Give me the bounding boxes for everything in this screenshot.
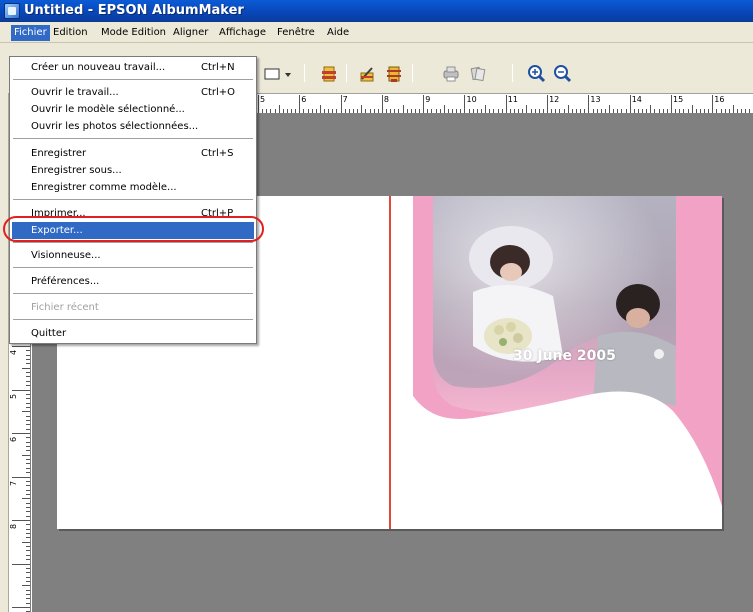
stack-alt-icon bbox=[387, 66, 401, 82]
menu-item-open-job[interactable]: Ouvrir le travail... Ctrl+O bbox=[12, 84, 254, 101]
menu-item-open-template[interactable]: Ouvrir le modèle sélectionné... bbox=[12, 101, 254, 118]
menu-item-save-as[interactable]: Enregistrer sous... bbox=[12, 162, 254, 179]
menu-item-recent-files: Fichier récent bbox=[31, 302, 99, 313]
title-bar: Untitled - EPSON AlbumMaker bbox=[0, 0, 753, 22]
menu-item-quit[interactable]: Quitter bbox=[12, 325, 254, 342]
ruler-number: 13 bbox=[590, 95, 601, 104]
menu-item-preferences[interactable]: Préférences... bbox=[12, 273, 254, 290]
print-button[interactable] bbox=[440, 63, 462, 85]
menu-item-viewer[interactable]: Visionneuse... bbox=[12, 247, 254, 264]
edit-tool-button[interactable] bbox=[356, 63, 378, 85]
pen-stack-icon bbox=[360, 67, 374, 82]
zoom-out-button[interactable] bbox=[552, 63, 574, 85]
ruler-number: 5 bbox=[9, 393, 19, 399]
ruler-number: 6 bbox=[301, 95, 307, 104]
menu-item-save[interactable]: Enregistrer Ctrl+S bbox=[12, 145, 254, 162]
zoom-in-icon bbox=[528, 65, 546, 83]
menu-aligner[interactable]: Aligner bbox=[170, 25, 211, 41]
ruler-number: 7 bbox=[342, 95, 348, 104]
menu-aide[interactable]: Aide bbox=[324, 25, 352, 41]
stack-icon bbox=[322, 66, 336, 82]
ruler-number: 16 bbox=[714, 95, 725, 104]
ruler-number: 8 bbox=[9, 523, 19, 530]
app-icon[interactable] bbox=[4, 3, 20, 19]
menu-item-new-job[interactable]: Créer un nouveau travail... Ctrl+N bbox=[12, 59, 254, 76]
menu-item-save-template[interactable]: Enregistrer comme modèle... bbox=[12, 179, 254, 196]
ruler-number: 11 bbox=[507, 95, 518, 104]
printer-icon bbox=[443, 66, 459, 82]
rectangle-icon bbox=[264, 68, 291, 80]
zoom-in-button[interactable] bbox=[526, 63, 548, 85]
frame-shape-dropdown[interactable] bbox=[263, 63, 293, 85]
ruler-number: 6 bbox=[9, 436, 19, 443]
ruler-number: 7 bbox=[9, 480, 19, 486]
ruler-number: 9 bbox=[425, 95, 431, 104]
menu-affichage[interactable]: Affichage bbox=[216, 25, 269, 41]
ruler-number: 5 bbox=[260, 95, 266, 104]
arrange-tool-button[interactable] bbox=[318, 63, 340, 85]
annotation-highlight-ring bbox=[3, 216, 264, 242]
layout-button[interactable] bbox=[467, 63, 489, 85]
date-caption[interactable]: 30 June 2005 bbox=[513, 348, 616, 364]
menu-mode-edition[interactable]: Mode Edition bbox=[98, 25, 169, 41]
left-frame bbox=[0, 93, 9, 612]
ruler-number: 14 bbox=[631, 95, 642, 104]
ruler-number: 4 bbox=[9, 349, 19, 356]
ruler-number: 8 bbox=[383, 95, 389, 104]
photos-icon bbox=[470, 66, 486, 82]
menu-item-open-photos[interactable]: Ouvrir les photos sélectionnées... bbox=[12, 118, 254, 135]
zoom-out-icon bbox=[554, 65, 572, 83]
ruler-number: 10 bbox=[466, 95, 477, 104]
arrange-alt-button[interactable] bbox=[383, 63, 405, 85]
menu-bar: Fichier Edition Mode Edition Aligner Aff… bbox=[0, 22, 753, 43]
menu-edition[interactable]: Edition bbox=[50, 25, 91, 41]
menu-fichier[interactable]: Fichier bbox=[11, 25, 50, 41]
page-spread-divider bbox=[389, 196, 391, 529]
ruler-number: 12 bbox=[549, 95, 560, 104]
ruler-number: 15 bbox=[673, 95, 684, 104]
menu-fenetre[interactable]: Fenêtre bbox=[274, 25, 318, 41]
file-menu-dropdown: Créer un nouveau travail... Ctrl+N Ouvrir… bbox=[9, 56, 257, 344]
window-title: Untitled - EPSON AlbumMaker bbox=[24, 3, 244, 18]
